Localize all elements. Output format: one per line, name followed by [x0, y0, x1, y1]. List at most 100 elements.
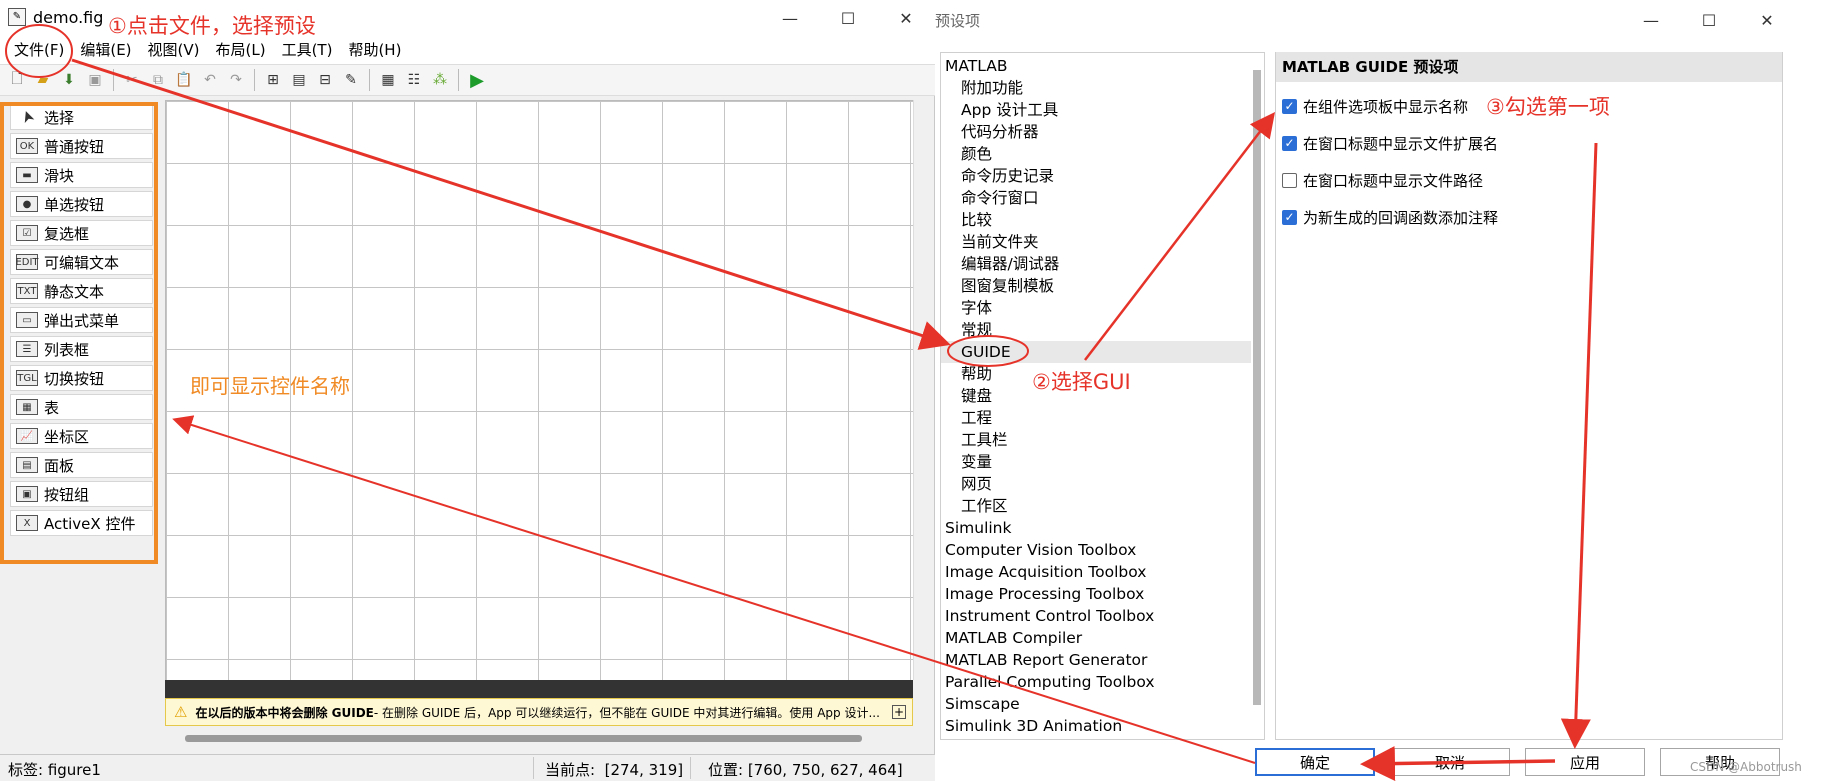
open-folder-icon[interactable]: ▰ — [32, 69, 54, 91]
slider-icon: ▬ — [16, 167, 38, 183]
menu-help[interactable]: 帮助(H) — [340, 36, 409, 64]
checkbox-icon[interactable]: ✓ — [1282, 209, 1297, 225]
tree-item-0[interactable]: MATLAB — [945, 55, 1007, 77]
tab-order-icon[interactable]: ⊟ — [314, 69, 336, 91]
tree-item-18[interactable]: 变量 — [961, 451, 992, 473]
object-browser-icon[interactable]: ⁂ — [429, 69, 451, 91]
redo-icon[interactable]: ↷ — [225, 69, 247, 91]
palette-item-8[interactable]: ☰ 列表框 — [10, 336, 153, 362]
palette-item-12[interactable]: ▤ 面板 — [10, 452, 153, 478]
maximize-button[interactable]: ☐ — [820, 0, 876, 36]
close-button[interactable]: ✕ — [878, 0, 934, 36]
tree-item-22[interactable]: Computer Vision Toolbox — [945, 539, 1136, 561]
canvas-vertical-scrollbar[interactable] — [913, 100, 933, 680]
ok-button[interactable]: 确定 — [1255, 748, 1375, 776]
tree-item-9[interactable]: 编辑器/调试器 — [961, 253, 1059, 275]
palette-item-11[interactable]: 📈 坐标区 — [10, 423, 153, 449]
cut-icon[interactable]: ✂ — [121, 69, 143, 91]
run-icon[interactable]: ▶ — [466, 69, 488, 91]
paste-icon[interactable]: 📋 — [173, 69, 195, 91]
palette-item-10[interactable]: ▦ 表 — [10, 394, 153, 420]
undo-icon[interactable]: ↶ — [199, 69, 221, 91]
pref-minimize-button[interactable]: — — [1623, 0, 1679, 40]
tree-item-17[interactable]: 工具栏 — [961, 429, 1008, 451]
apply-button[interactable]: 应用 — [1525, 748, 1645, 776]
save-all-icon[interactable]: ▣ — [84, 69, 106, 91]
option-row-3[interactable]: ✓ 为新生成的回调函数添加注释 — [1282, 207, 1498, 227]
tree-item-29[interactable]: Simscape — [945, 693, 1020, 715]
menu-view[interactable]: 视图(V) — [140, 36, 208, 64]
tree-item-25[interactable]: Instrument Control Toolbox — [945, 605, 1154, 627]
minimize-button[interactable]: — — [762, 0, 818, 36]
tree-item-24[interactable]: Image Processing Toolbox — [945, 583, 1144, 605]
palette-item-9[interactable]: TGL 切换按钮 — [10, 365, 153, 391]
annotation-step1: ①点击文件，选择预设 — [108, 14, 316, 38]
tree-item-1[interactable]: 附加功能 — [961, 77, 1023, 99]
option-row-2[interactable]: 在窗口标题中显示文件路径 — [1282, 170, 1483, 190]
tree-item-21[interactable]: Simulink — [945, 517, 1011, 539]
pref-close-button[interactable]: ✕ — [1739, 0, 1795, 40]
tree-item-11[interactable]: 字体 — [961, 297, 992, 319]
palette-item-13[interactable]: ▣ 按钮组 — [10, 481, 153, 507]
tree-item-13[interactable]: GUIDE — [941, 341, 1251, 363]
tree-item-14[interactable]: 帮助 — [961, 363, 992, 385]
tree-item-10[interactable]: 图窗复制模板 — [961, 275, 1054, 297]
palette-item-14[interactable]: X ActiveX 控件 — [10, 510, 153, 536]
component-palette: ➤ 选择 OK 普通按钮 ▬ 滑块 ● 单选按钮 ☑ 复选框 EDIT 可编辑文本 TXT 静态文本 ▭ 弹出… — [10, 104, 155, 562]
checkbox-icon[interactable]: ✓ — [1282, 98, 1297, 114]
option-row-0[interactable]: ✓ 在组件选项板中显示名称 — [1282, 96, 1468, 116]
tree-item-26[interactable]: MATLAB Compiler — [945, 627, 1082, 649]
palette-item-label: 切换按钮 — [44, 369, 105, 388]
menu-edit[interactable]: 编辑(E) — [72, 36, 139, 64]
option-row-1[interactable]: ✓ 在窗口标题中显示文件扩展名 — [1282, 133, 1498, 153]
save-icon[interactable]: ⬇ — [58, 69, 80, 91]
pref-maximize-button[interactable]: ☐ — [1681, 0, 1737, 40]
palette-item-2[interactable]: ▬ 滑块 — [10, 162, 153, 188]
tree-scrollbar[interactable] — [1253, 70, 1261, 705]
toolbar-editor-icon[interactable]: ✎ — [340, 69, 362, 91]
tree-item-8[interactable]: 当前文件夹 — [961, 231, 1039, 253]
tree-item-20[interactable]: 工作区 — [961, 495, 1008, 517]
menu-layout[interactable]: 布局(L) — [208, 36, 274, 64]
tree-item-28[interactable]: Parallel Computing Toolbox — [945, 671, 1155, 693]
property-inspector-icon[interactable]: ☷ — [403, 69, 425, 91]
tree-item-19[interactable]: 网页 — [961, 473, 992, 495]
status-divider — [690, 757, 691, 779]
editor-icon[interactable]: ▦ — [377, 69, 399, 91]
menu-editor-icon[interactable]: ▤ — [288, 69, 310, 91]
checkbox-icon[interactable] — [1282, 172, 1297, 188]
canvas-bottom-band — [165, 680, 913, 698]
new-file-icon[interactable]: 🗋 — [6, 69, 28, 91]
table-icon: ▦ — [16, 399, 38, 415]
menu-tools[interactable]: 工具(T) — [274, 36, 341, 64]
tree-item-5[interactable]: 命令历史记录 — [961, 165, 1054, 187]
tree-item-12[interactable]: 常规 — [961, 319, 992, 341]
palette-item-0[interactable]: ➤ 选择 — [10, 104, 153, 130]
palette-item-5[interactable]: EDIT 可编辑文本 — [10, 249, 153, 275]
toggle-button-icon: TGL — [16, 370, 38, 386]
menu-file[interactable]: 文件(F) — [6, 36, 72, 64]
tree-item-6[interactable]: 命令行窗口 — [961, 187, 1039, 209]
checkbox-icon[interactable]: ✓ — [1282, 135, 1297, 151]
tree-item-23[interactable]: Image Acquisition Toolbox — [945, 561, 1146, 583]
tree-item-7[interactable]: 比较 — [961, 209, 992, 231]
canvas-horizontal-scrollbar[interactable] — [185, 735, 862, 742]
palette-item-4[interactable]: ☑ 复选框 — [10, 220, 153, 246]
palette-item-6[interactable]: TXT 静态文本 — [10, 278, 153, 304]
palette-item-7[interactable]: ▭ 弹出式菜单 — [10, 307, 153, 333]
tree-item-30[interactable]: Simulink 3D Animation — [945, 715, 1122, 737]
palette-item-1[interactable]: OK 普通按钮 — [10, 133, 153, 159]
palette-item-label: 面板 — [44, 456, 75, 475]
align-icon[interactable]: ⊞ — [262, 69, 284, 91]
tree-item-4[interactable]: 颜色 — [961, 143, 992, 165]
tree-item-27[interactable]: MATLAB Report Generator — [945, 649, 1147, 671]
tree-item-3[interactable]: 代码分析器 — [961, 121, 1039, 143]
status-divider — [533, 757, 534, 779]
palette-item-3[interactable]: ● 单选按钮 — [10, 191, 153, 217]
tree-item-16[interactable]: 工程 — [961, 407, 992, 429]
expand-icon[interactable]: + — [892, 705, 906, 719]
tree-item-2[interactable]: App 设计工具 — [961, 99, 1058, 121]
cancel-button[interactable]: 取消 — [1390, 748, 1510, 776]
tree-item-15[interactable]: 键盘 — [961, 385, 992, 407]
copy-icon[interactable]: ⧉ — [147, 69, 169, 91]
